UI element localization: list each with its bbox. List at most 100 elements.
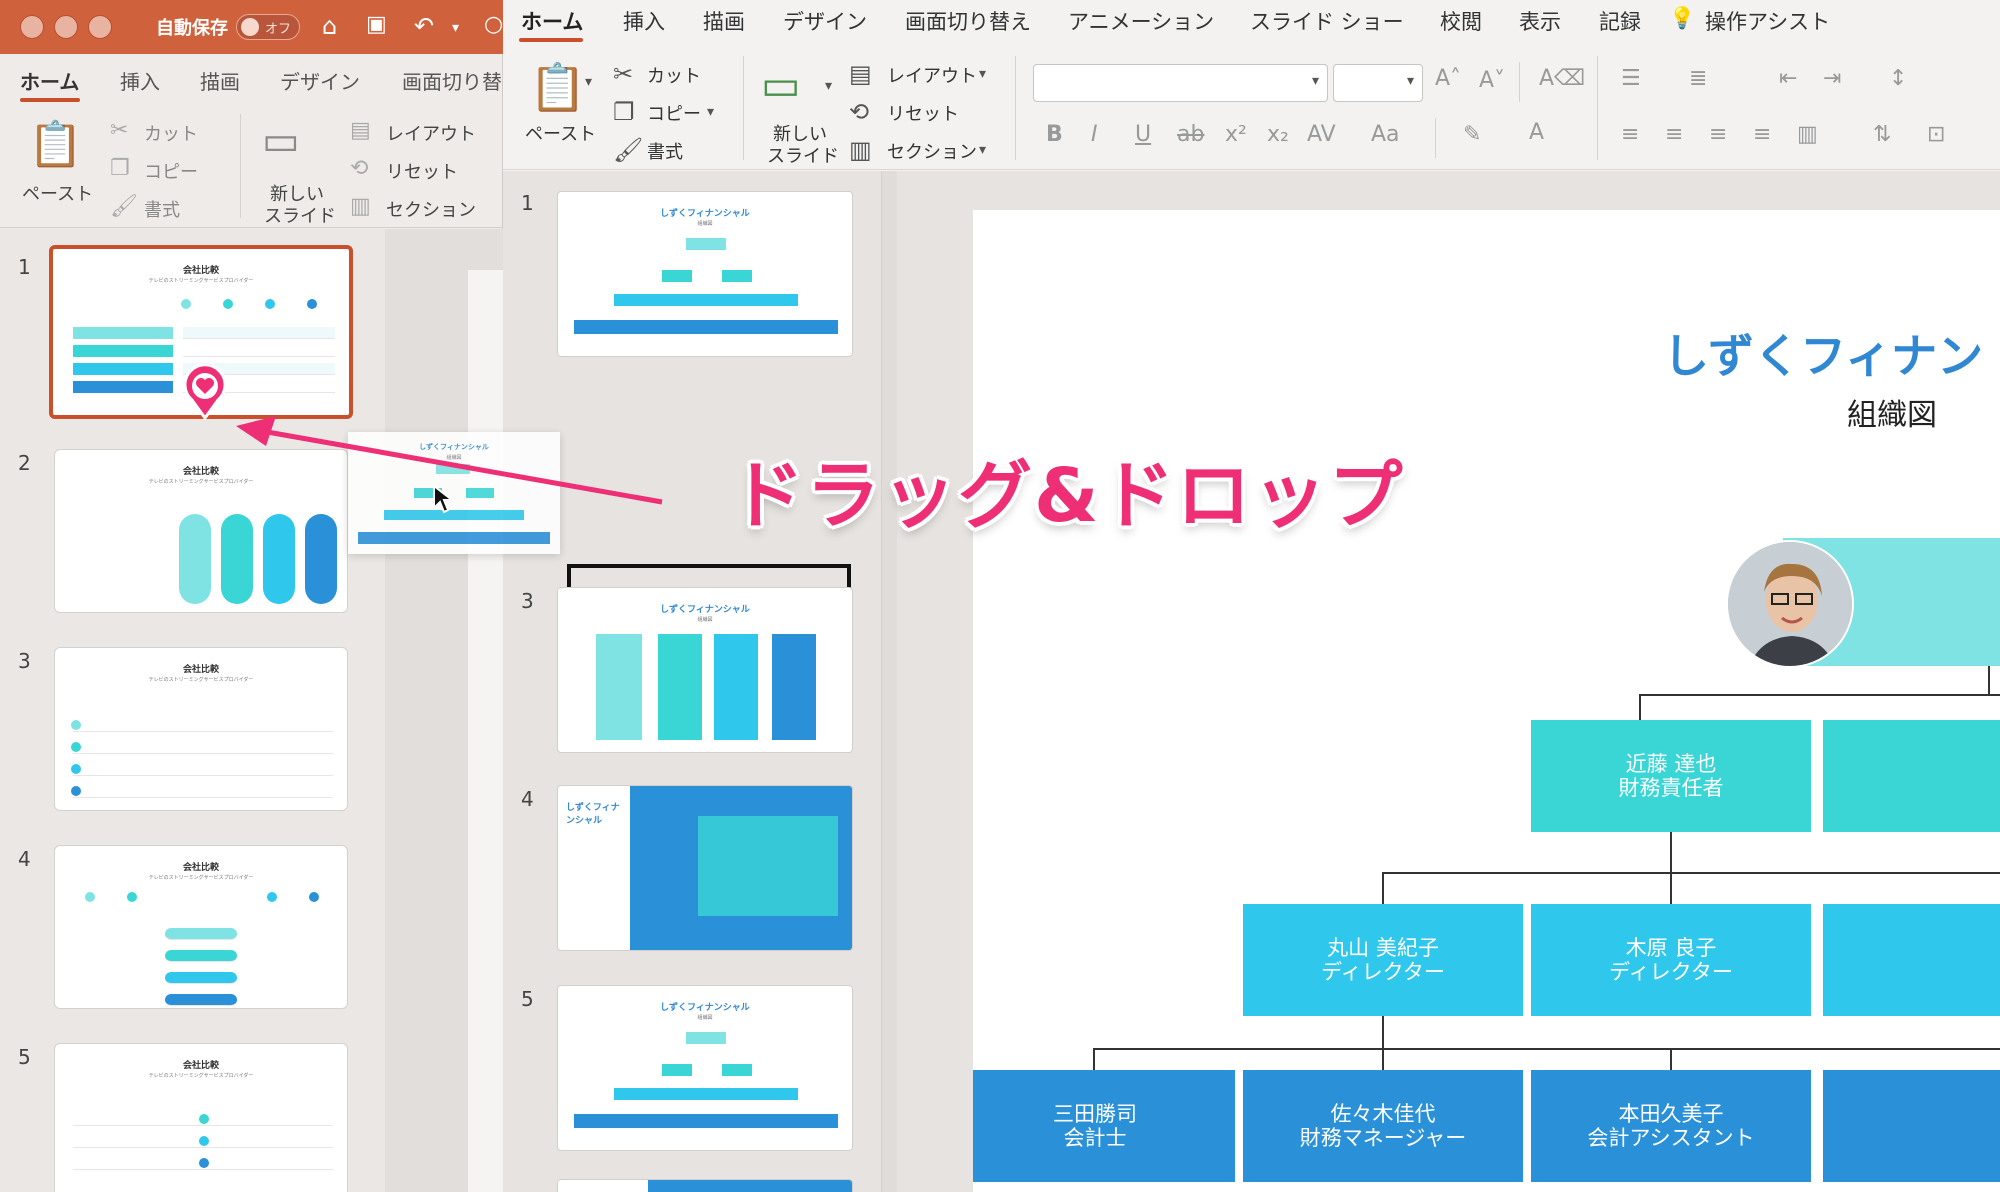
character-spacing-icon[interactable]: AV [1307, 122, 1336, 147]
paste-chevron-icon[interactable]: ▾ [585, 74, 592, 90]
save-icon[interactable]: ▣ [366, 12, 387, 37]
org-box-level2-partial[interactable] [1823, 904, 2000, 1016]
org-box-level1-partial[interactable] [1823, 720, 2000, 832]
lightbulb-icon[interactable]: 💡 [1669, 6, 1695, 31]
line-spacing-icon[interactable]: ↕ [1889, 66, 1907, 91]
back-tab-transitions[interactable]: 画面切り替 [402, 66, 502, 95]
decrease-font-size-icon[interactable]: A˅ [1479, 68, 1505, 93]
new-slide-label-2[interactable]: スライド [767, 142, 839, 168]
tab-review[interactable]: 校閲 [1440, 6, 1482, 36]
close-window-button[interactable] [20, 15, 44, 39]
tab-draw[interactable]: 描画 [703, 6, 745, 36]
tab-record[interactable]: 記録 [1599, 6, 1641, 36]
clear-formatting-icon[interactable]: A⌫ [1539, 66, 1585, 91]
tab-animations[interactable]: アニメーション [1068, 6, 1214, 36]
slide-subtitle[interactable]: 組織図 [1847, 390, 1937, 434]
layout-label[interactable]: レイアウト [887, 62, 977, 88]
tab-slideshow[interactable]: スライド ショー [1250, 6, 1404, 36]
back-tab-home[interactable]: ホーム [20, 66, 79, 95]
numbering-icon[interactable]: ≣ [1689, 66, 1707, 91]
highlight-icon[interactable]: ✎ [1463, 122, 1481, 147]
tab-home[interactable]: ホーム [521, 6, 583, 36]
tab-transitions[interactable]: 画面切り替え [905, 6, 1031, 36]
redo-icon[interactable]: ○ [484, 12, 503, 37]
tab-insert[interactable]: 挿入 [623, 6, 665, 36]
cut-icon[interactable]: ✂ [613, 60, 633, 88]
align-left-icon[interactable]: ≡ [1621, 122, 1639, 147]
section-icon[interactable]: ▥ [849, 136, 872, 164]
back-copy-label[interactable]: コピー [144, 158, 198, 184]
format-painter-icon[interactable]: 🖌 [613, 136, 643, 164]
subscript-icon[interactable]: x₂ [1267, 122, 1289, 147]
cut-icon[interactable]: ✂ [110, 118, 128, 143]
back-cut-label[interactable]: カット [144, 120, 198, 146]
columns-icon[interactable]: ▥ [1797, 122, 1818, 147]
org-box-level3[interactable]: 佐々木佳代 財務マネージャー [1243, 1070, 1523, 1182]
slide-thumbnail-4[interactable]: しずくフィナンシャル [557, 785, 853, 951]
copy-label[interactable]: コピー [647, 100, 701, 126]
copy-icon[interactable]: ❐ [613, 98, 635, 126]
italic-icon[interactable]: I [1091, 122, 1098, 147]
reset-icon[interactable]: ⟲ [849, 98, 869, 126]
back-slide-thumbnail-3[interactable]: 会社比較 テレビのストリーミングサービスプロバイダー [54, 647, 348, 811]
font-name-combobox[interactable]: ▾ [1033, 64, 1328, 102]
align-text-icon[interactable]: ⊡ [1927, 122, 1945, 147]
section-chevron-icon[interactable]: ▾ [979, 142, 986, 158]
new-slide-chevron-icon[interactable]: ▾ [825, 78, 832, 94]
minimize-window-button[interactable] [54, 15, 78, 39]
change-case-icon[interactable]: Aa [1371, 122, 1400, 147]
justify-icon[interactable]: ≡ [1753, 122, 1771, 147]
undo-menu-chevron-icon[interactable]: ▾ [452, 20, 459, 36]
strikethrough-icon[interactable]: ab [1177, 122, 1204, 147]
slide-thumbnail-1[interactable]: しずくフィナンシャル 組織図 [557, 191, 853, 357]
org-box-level1[interactable]: 近藤 達也 財務責任者 [1531, 720, 1811, 832]
back-new-slide-label-2[interactable]: スライド [264, 202, 336, 228]
back-slide-thumbnail-5[interactable]: 会社比較 テレビのストリーミングサービスプロバイダー [54, 1043, 348, 1192]
align-center-icon[interactable]: ≡ [1665, 122, 1683, 147]
reset-label[interactable]: リセット [887, 100, 959, 126]
maximize-window-button[interactable] [88, 15, 112, 39]
slide-thumbnail-3[interactable]: しずくフィナンシャル 組織図 [557, 587, 853, 753]
back-reset-label[interactable]: リセット [386, 158, 458, 184]
autosave-toggle[interactable]: オフ [236, 14, 300, 40]
slide-title[interactable]: しずくフィナン [1663, 320, 1983, 386]
back-slide-thumbnail-4[interactable]: 会社比較 テレビのストリーミングサービスプロバイダー [54, 845, 348, 1009]
tab-design[interactable]: デザイン [783, 6, 867, 36]
increase-font-size-icon[interactable]: A˄ [1435, 66, 1461, 91]
copy-icon[interactable]: ❐ [110, 156, 130, 181]
layout-icon[interactable]: ▤ [350, 118, 371, 143]
back-tab-design[interactable]: デザイン [280, 66, 360, 95]
cut-label[interactable]: カット [647, 62, 701, 88]
slide-thumbnail-6[interactable] [557, 1179, 853, 1192]
section-label[interactable]: セクション [887, 138, 977, 164]
slide-thumbnail-5[interactable]: しずくフィナンシャル 組織図 [557, 985, 853, 1151]
new-slide-icon[interactable]: ▭ [262, 118, 300, 164]
format-painter-icon[interactable]: 🖌 [110, 194, 138, 219]
text-direction-icon[interactable]: ⇅ [1873, 122, 1891, 147]
back-section-label[interactable]: セクション [386, 196, 476, 222]
back-tab-draw[interactable]: 描画 [200, 66, 240, 95]
increase-indent-icon[interactable]: ⇥ [1823, 66, 1841, 91]
org-box-level3[interactable]: 本田久美子 会計アシスタント [1531, 1070, 1811, 1182]
org-box-level3[interactable]: 三田勝司 会計士 [973, 1070, 1235, 1182]
underline-icon[interactable]: U [1135, 122, 1151, 147]
paste-label[interactable]: ペースト [525, 120, 596, 146]
decrease-indent-icon[interactable]: ⇤ [1779, 66, 1797, 91]
panel-splitter[interactable] [881, 171, 897, 1192]
copy-chevron-icon[interactable]: ▾ [707, 104, 714, 120]
home-icon[interactable]: ⌂ [322, 12, 337, 40]
tab-tell-me[interactable]: 操作アシスト [1705, 6, 1830, 36]
tab-view[interactable]: 表示 [1519, 6, 1561, 36]
superscript-icon[interactable]: x² [1225, 122, 1247, 147]
section-icon[interactable]: ▥ [350, 194, 371, 219]
back-paste-label[interactable]: ペースト [22, 180, 93, 206]
bold-icon[interactable]: B [1046, 122, 1063, 147]
main-slide[interactable]: しずくフィナン 組織図 太田 社長 [973, 210, 2000, 1192]
align-right-icon[interactable]: ≡ [1709, 122, 1727, 147]
new-slide-icon[interactable]: ▭ [761, 60, 801, 109]
org-box-level2[interactable]: 木原 良子 ディレクター [1531, 904, 1811, 1016]
paste-icon[interactable]: 📋 [529, 60, 586, 115]
paste-icon[interactable]: 📋 [28, 118, 83, 170]
format-label[interactable]: 書式 [647, 138, 683, 164]
back-format-label[interactable]: 書式 [144, 196, 180, 222]
